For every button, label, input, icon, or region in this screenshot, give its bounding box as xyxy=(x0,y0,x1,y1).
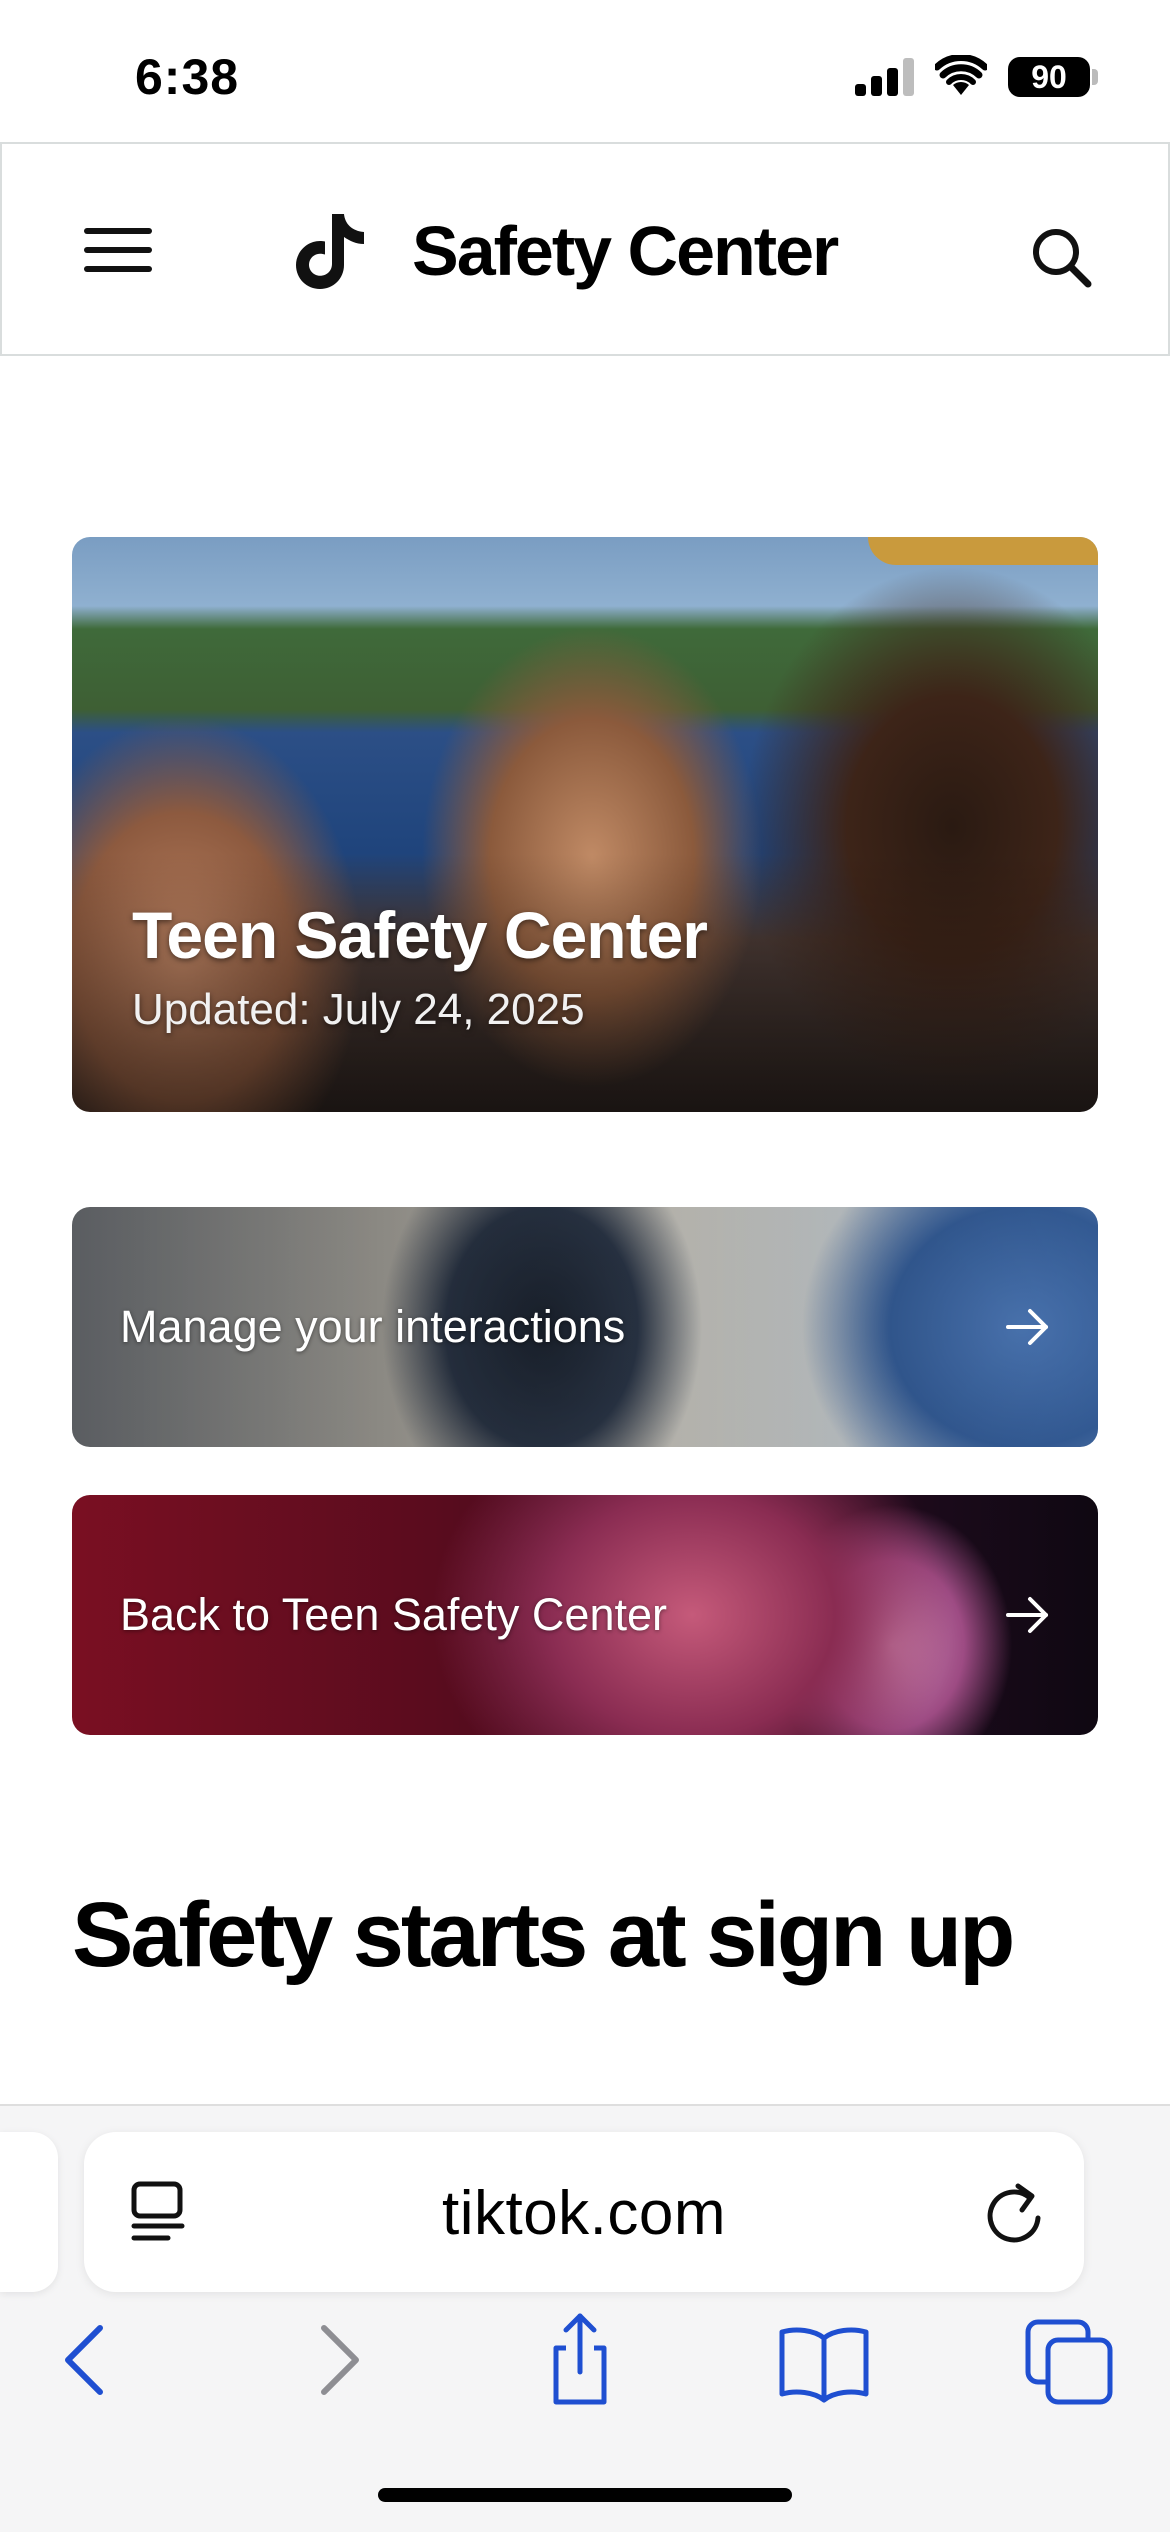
bookmarks-icon[interactable] xyxy=(776,2312,872,2408)
wifi-icon xyxy=(935,55,987,95)
site-header: Safety Center xyxy=(0,142,1170,356)
tiktok-logo-icon[interactable] xyxy=(292,212,368,290)
arrow-right-icon xyxy=(1006,1597,1048,1633)
status-bar: 6:38 90 xyxy=(0,0,1170,142)
hero-image-umbrella xyxy=(868,537,1098,565)
previous-tab-preview[interactable] xyxy=(0,2132,58,2292)
card-label: Back to Teen Safety Center xyxy=(120,1589,667,1640)
back-icon[interactable] xyxy=(38,2312,134,2408)
hamburger-menu-icon[interactable] xyxy=(84,222,154,278)
hero-title: Teen Safety Center xyxy=(132,898,708,972)
tabs-icon[interactable] xyxy=(1022,2312,1118,2408)
hero-updated-date: Updated: July 24, 2025 xyxy=(132,985,585,1034)
manage-interactions-card[interactable]: Manage your interactions xyxy=(72,1207,1098,1447)
arrow-right-icon xyxy=(1006,1309,1048,1345)
battery-cap xyxy=(1092,69,1098,85)
search-icon[interactable] xyxy=(1028,224,1094,290)
reload-icon[interactable] xyxy=(984,2180,1046,2246)
address-bar[interactable]: tiktok.com xyxy=(84,2132,1084,2292)
home-indicator xyxy=(378,2488,792,2502)
site-title[interactable]: Safety Center xyxy=(412,208,839,294)
address-text[interactable]: tiktok.com xyxy=(84,2178,1084,2249)
status-time: 6:38 xyxy=(135,49,240,105)
cellular-signal-icon xyxy=(855,58,915,96)
hero-card-teen-safety-center[interactable]: Teen Safety Center Updated: July 24, 202… xyxy=(72,537,1098,1112)
back-to-teen-safety-center-card[interactable]: Back to Teen Safety Center xyxy=(72,1495,1098,1735)
share-icon[interactable] xyxy=(532,2312,628,2408)
card-label: Manage your interactions xyxy=(120,1301,626,1352)
section-heading: Safety starts at sign up xyxy=(72,1884,1015,1986)
battery-indicator: 90 xyxy=(1008,57,1090,97)
forward-icon[interactable] xyxy=(290,2312,386,2408)
